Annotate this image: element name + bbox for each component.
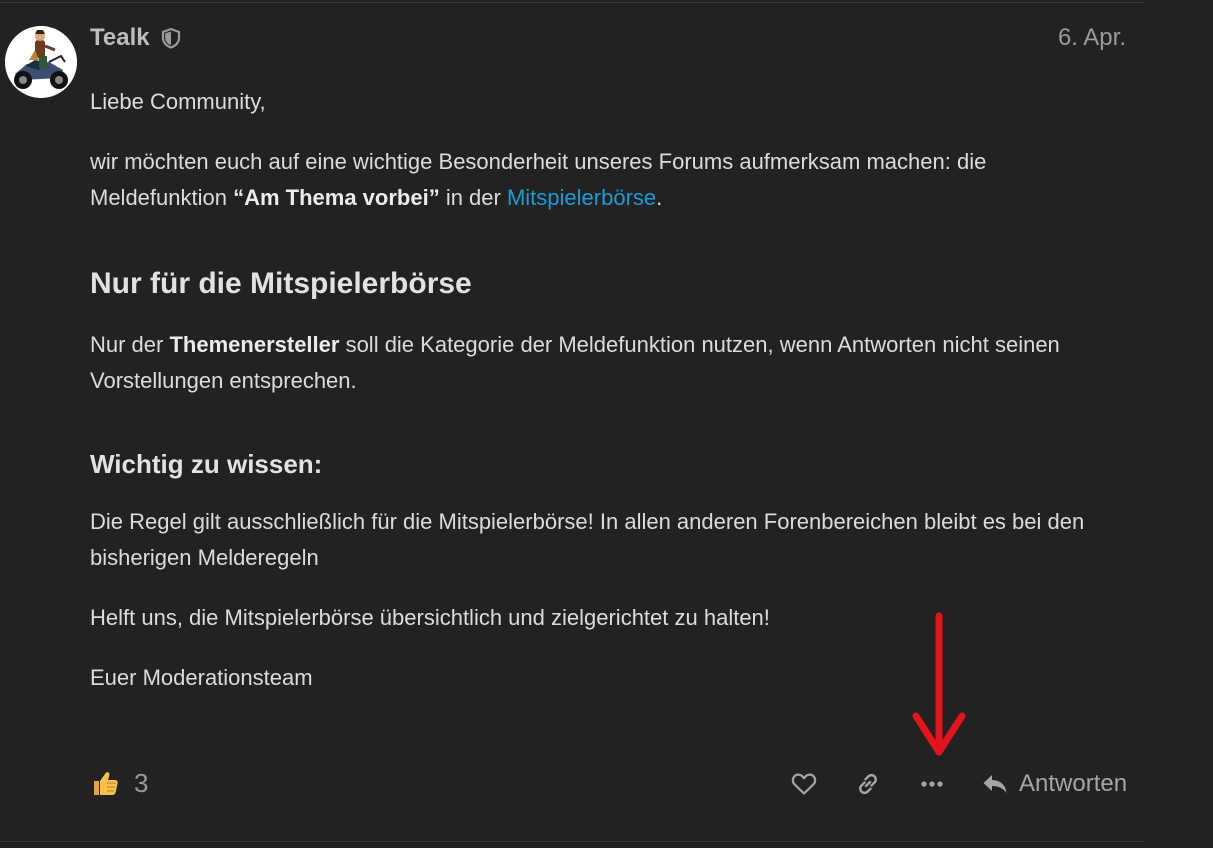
like-button[interactable] xyxy=(786,766,822,802)
right-gutter xyxy=(1145,0,1213,848)
annotation-arrow-icon xyxy=(912,612,966,756)
post-info-paragraph: Die Regel gilt ausschließlich für die Mi… xyxy=(90,509,1085,570)
moderator-shield-icon xyxy=(160,27,182,49)
post-rule-paragraph: Nur der Themenersteller soll die Kategor… xyxy=(90,327,1120,399)
ellipsis-icon xyxy=(921,781,943,787)
sub-heading: Wichtig zu wissen: xyxy=(90,449,323,479)
reply-button[interactable]: Antworten xyxy=(982,766,1132,802)
reply-icon xyxy=(983,775,1007,793)
reaction-summary[interactable]: 3 xyxy=(90,766,148,800)
link-icon xyxy=(859,773,877,795)
thumbs-up-icon xyxy=(90,768,120,798)
intro-bold-term: “Am Thema vorbei” xyxy=(233,185,440,210)
rule-text-start: Nur der xyxy=(90,332,170,357)
avatar-image xyxy=(5,26,77,98)
forum-post-screen: Tealk 6. Apr. Liebe Community, wir möcht… xyxy=(0,0,1213,848)
rule-bold-term: Themenersteller xyxy=(169,332,340,357)
post-author-name[interactable]: Tealk xyxy=(90,24,150,52)
post-greeting: Liebe Community, xyxy=(90,89,266,114)
more-actions-button[interactable] xyxy=(914,766,950,802)
post-date[interactable]: 6. Apr. xyxy=(1000,24,1126,52)
post-intro-paragraph: wir möchten euch auf eine wichtige Beson… xyxy=(90,144,1120,216)
intro-text-end: . xyxy=(656,185,663,210)
mitspielerboerse-link[interactable]: Mitspielerbörse xyxy=(507,185,656,210)
top-divider xyxy=(0,2,1145,3)
reaction-count: 3 xyxy=(134,767,149,798)
user-avatar[interactable] xyxy=(5,26,77,98)
section-heading: Nur für die Mitspielerbörse xyxy=(90,267,472,300)
reply-label: Antworten xyxy=(1019,770,1128,797)
bottom-divider xyxy=(0,841,1145,842)
share-link-button[interactable] xyxy=(850,766,886,802)
intro-text-middle: in der xyxy=(439,185,507,210)
heart-icon xyxy=(791,773,817,795)
